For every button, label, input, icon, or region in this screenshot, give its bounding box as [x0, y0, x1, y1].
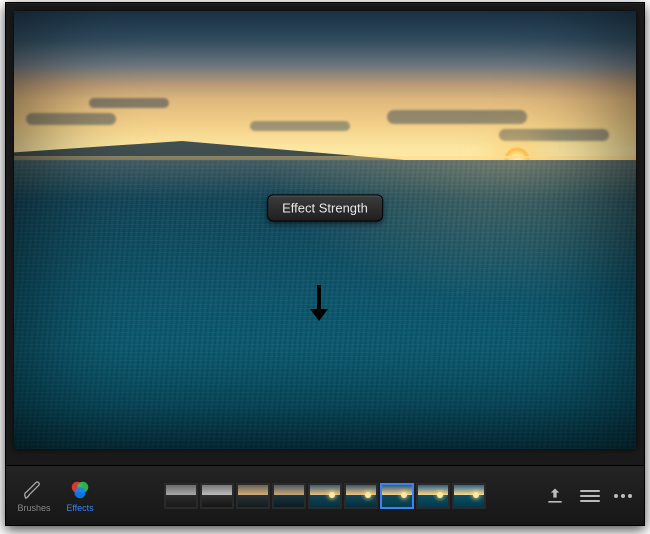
export-button[interactable] [544, 485, 566, 507]
effect-thumb-1[interactable] [200, 483, 234, 509]
tab-brushes[interactable]: Brushes [14, 473, 54, 519]
effect-strength-tooltip: Effect Strength [267, 195, 383, 222]
effect-thumb-2[interactable] [236, 483, 270, 509]
effect-thumb-0[interactable] [164, 483, 198, 509]
effect-thumb-5[interactable] [344, 483, 378, 509]
effect-thumbnails [164, 483, 486, 509]
more-button[interactable] [614, 494, 636, 498]
image-canvas[interactable]: Effect Strength [14, 11, 636, 449]
rgb-circles-icon [69, 479, 91, 501]
effect-thumb-3[interactable] [272, 483, 306, 509]
tooltip-label: Effect Strength [282, 201, 368, 216]
right-tools [544, 485, 636, 507]
menu-button[interactable] [580, 490, 600, 502]
tab-effects-label: Effects [66, 503, 93, 513]
effect-thumb-8[interactable] [452, 483, 486, 509]
separator [6, 449, 644, 465]
effect-thumb-6[interactable] [380, 483, 414, 509]
tab-brushes-label: Brushes [17, 503, 50, 513]
effect-thumb-4[interactable] [308, 483, 342, 509]
bottom-toolbar: Brushes Effects [6, 465, 644, 525]
effect-thumb-7[interactable] [416, 483, 450, 509]
tab-effects[interactable]: Effects [60, 473, 100, 519]
brush-icon [23, 479, 45, 501]
editor-window: Effect Strength Brushes Effects [5, 2, 645, 526]
